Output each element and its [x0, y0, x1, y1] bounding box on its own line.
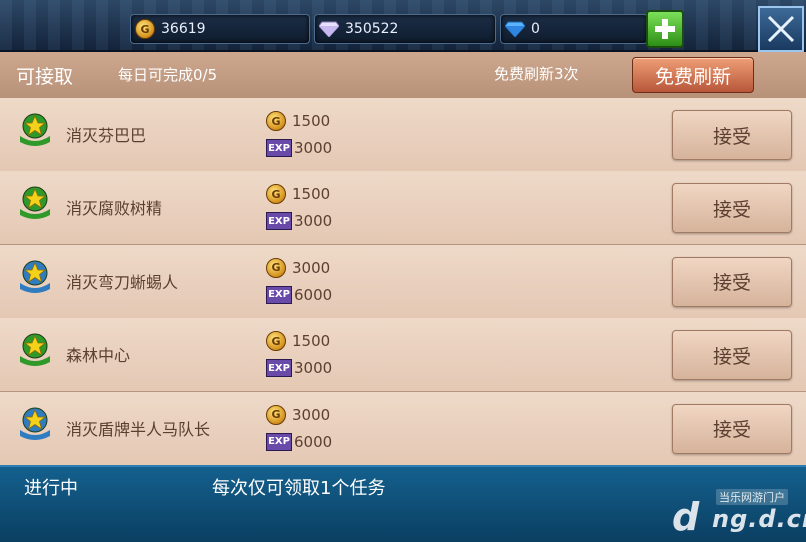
gold-coin-icon: G	[266, 184, 286, 205]
accept-button[interactable]: 接受	[672, 403, 792, 454]
accept-button[interactable]: 接受	[672, 330, 792, 381]
gold-reward-value: 3000	[292, 258, 331, 277]
exp-icon: EXP	[266, 212, 292, 231]
plus-icon	[655, 19, 675, 39]
quest-name: 森林中心	[66, 346, 131, 366]
accept-button[interactable]: 接受	[672, 256, 792, 307]
watermark-top: 当乐网游门户	[716, 489, 788, 505]
gold-reward-value: 3000	[292, 405, 331, 424]
quest-row: 消灭腐败树精 G 1500 EXP 3000 接受	[0, 171, 806, 247]
quest-badge-icon	[18, 112, 52, 146]
exp-reward-value: 6000	[294, 432, 333, 451]
gold-coin-icon: G	[135, 19, 155, 39]
tab-available[interactable]: 可接取	[16, 62, 73, 89]
free-refresh-button[interactable]: 免费刷新	[632, 57, 754, 93]
gold-coin-icon: G	[266, 404, 286, 425]
gold-reward-value: 1500	[292, 332, 331, 351]
gold-coin-icon: G	[266, 331, 286, 352]
close-button[interactable]	[758, 6, 804, 52]
exp-reward: EXP 6000	[266, 431, 332, 453]
add-currency-button[interactable]	[646, 10, 684, 48]
gold-counter: G 36619	[130, 14, 310, 44]
close-icon	[767, 15, 795, 43]
quest-name: 消灭腐败树精	[66, 199, 163, 219]
diamond-value: 350522	[345, 21, 399, 37]
gold-reward: G 1500	[266, 330, 330, 352]
accept-button[interactable]: 接受	[672, 110, 792, 160]
exp-icon: EXP	[266, 359, 292, 378]
exp-reward: EXP 3000	[266, 210, 332, 232]
gold-value: 36619	[161, 21, 206, 37]
quest-row: 消灭盾牌半人马队长 G 3000 EXP 6000 接受	[0, 391, 806, 467]
gold-reward: G 1500	[266, 110, 330, 132]
exp-reward-value: 3000	[294, 359, 333, 378]
top-resource-bar: G 36619 350522 0	[0, 0, 806, 52]
quest-badge-icon	[18, 332, 52, 367]
free-refresh-count: 免费刷新3次	[494, 65, 579, 83]
gold-reward: G 3000	[266, 257, 330, 279]
diamond-icon	[319, 19, 339, 39]
quest-name: 消灭弯刀蜥蜴人	[66, 272, 179, 292]
gold-reward-value: 1500	[292, 185, 331, 204]
blue-gem-value: 0	[531, 21, 540, 37]
quest-badge-icon	[18, 259, 52, 293]
exp-reward: EXP 3000	[266, 357, 332, 379]
exp-reward: EXP 6000	[266, 284, 332, 306]
exp-reward-value: 3000	[294, 212, 333, 231]
quest-row: 消灭弯刀蜥蜴人 G 3000 EXP 6000 接受	[0, 244, 806, 320]
quest-name: 消灭盾牌半人马队长	[66, 419, 211, 439]
gold-reward-value: 1500	[292, 112, 331, 130]
quest-row: 森林中心 G 1500 EXP 3000 接受	[0, 318, 806, 394]
gold-coin-icon: G	[266, 111, 286, 131]
exp-icon: EXP	[266, 285, 292, 304]
accept-button[interactable]: 接受	[672, 183, 792, 234]
exp-reward: EXP 3000	[266, 137, 332, 159]
in-progress-bar: 进行中 每次仅可领取1个任务 d 当乐网游门户 ng.d.cn	[0, 465, 806, 542]
gold-reward: G 3000	[266, 404, 330, 426]
diamond-counter: 350522	[314, 14, 496, 44]
exp-reward-value: 3000	[294, 139, 333, 157]
daily-progress: 每日可完成0/5	[118, 66, 218, 84]
watermark-main: ng.d.cn	[712, 505, 806, 533]
quest-header: 可接取 每日可完成0/5 免费刷新3次 免费刷新	[0, 52, 806, 100]
quest-limit-note: 每次仅可领取1个任务	[212, 478, 386, 499]
exp-icon: EXP	[266, 432, 292, 451]
watermark-logo: d	[672, 495, 700, 539]
quest-list: 消灭芬巴巴 G 1500 EXP 3000 接受 消灭腐败树精 G 1500 EXP 3000 接受消…	[0, 98, 806, 467]
blue-gem-counter: 0	[500, 14, 648, 44]
gold-coin-icon: G	[266, 257, 286, 278]
tab-in-progress[interactable]: 进行中	[24, 474, 78, 500]
quest-badge-icon	[18, 185, 52, 220]
quest-row: 消灭芬巴巴 G 1500 EXP 3000 接受	[0, 98, 806, 173]
quest-name: 消灭芬巴巴	[66, 126, 147, 145]
blue-gem-icon	[505, 19, 525, 39]
exp-reward-value: 6000	[294, 285, 333, 304]
gold-reward: G 1500	[266, 183, 330, 205]
exp-icon: EXP	[266, 139, 292, 157]
quest-badge-icon	[18, 406, 52, 440]
watermark: d 当乐网游门户 ng.d.cn	[672, 487, 806, 539]
